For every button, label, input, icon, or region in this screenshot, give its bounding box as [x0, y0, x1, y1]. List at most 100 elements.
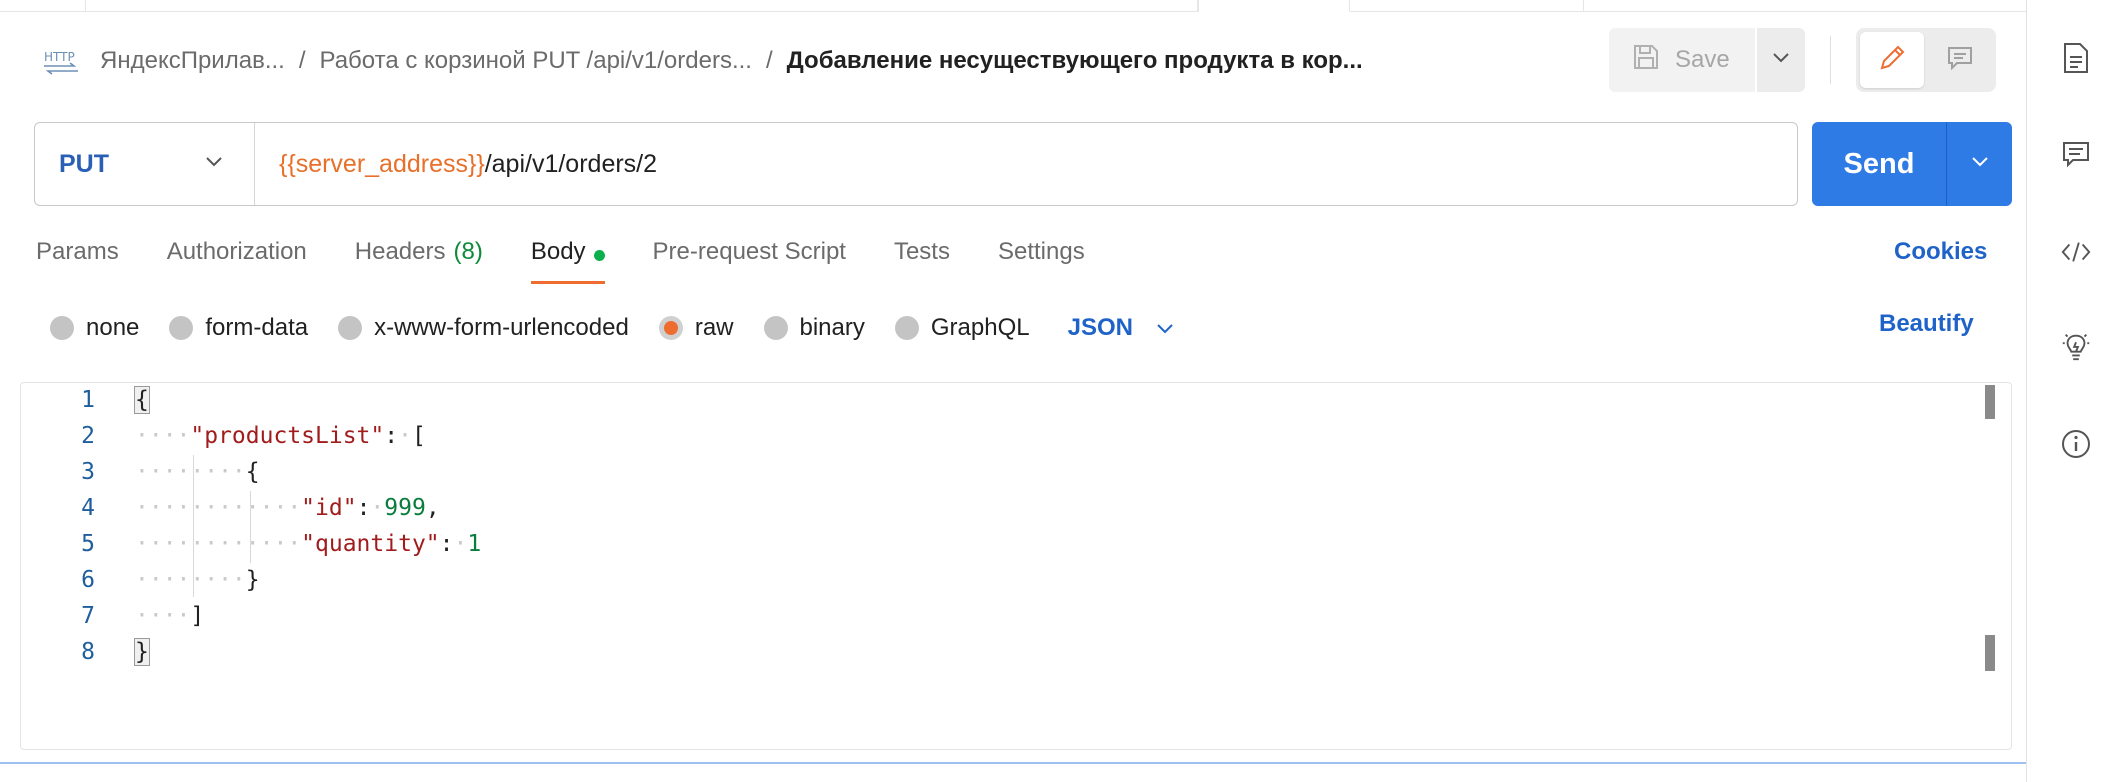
- edit-mode-button[interactable]: [1860, 32, 1924, 88]
- scroll-marker: [1985, 385, 1995, 419]
- response-pane-divider[interactable]: [0, 762, 2026, 764]
- comment-icon: [1945, 43, 1975, 78]
- method-select[interactable]: PUT: [35, 123, 255, 205]
- view-mode-toggle: [1856, 28, 1996, 92]
- breadcrumb-separator: /: [765, 47, 773, 74]
- request-title[interactable]: Добавление несуществующего продукта в ко…: [787, 47, 1363, 75]
- radio[interactable]: [169, 316, 194, 340]
- radio-label: binary: [799, 314, 865, 341]
- radio-label: GraphQL: [930, 314, 1030, 341]
- code-line-3: ········{: [135, 459, 260, 485]
- tab-tests[interactable]: Tests: [894, 232, 950, 288]
- tab-previous[interactable]: [0, 0, 86, 12]
- radio[interactable]: [894, 316, 919, 340]
- code-line-6: ········}: [135, 567, 260, 593]
- cookies-link[interactable]: Cookies: [1894, 238, 1987, 266]
- matched-brace: }: [134, 638, 150, 666]
- line-number-gutter: 1 2 3 4 5 6 7 8: [21, 383, 131, 749]
- json-bracket: ]: [190, 603, 205, 629]
- body-type-form-data[interactable]: form-data: [169, 314, 308, 342]
- radio[interactable]: [50, 316, 74, 340]
- json-key: "id": [301, 495, 357, 521]
- url-path: /api/v1/orders/2: [484, 149, 658, 178]
- code-icon[interactable]: [2060, 236, 2092, 268]
- tab-active[interactable]: [1198, 0, 1350, 12]
- code-line-1: {: [134, 386, 150, 414]
- tab-other[interactable]: [86, 0, 1198, 12]
- radio-label: none: [86, 314, 140, 341]
- json-key: "productsList": [190, 423, 385, 449]
- tab-pre-request-script[interactable]: Pre-request Script: [653, 232, 846, 288]
- save-label: Save: [1675, 46, 1730, 73]
- tab-label: Body: [530, 238, 586, 265]
- tab-settings[interactable]: Settings: [998, 232, 1085, 288]
- tab-params[interactable]: Params: [36, 232, 119, 288]
- line-number: 1: [81, 387, 95, 413]
- tab-next[interactable]: [1350, 0, 1584, 12]
- tab-label: Headers: [354, 238, 446, 265]
- radio[interactable]: [763, 316, 788, 340]
- comments-icon[interactable]: [2060, 138, 2092, 170]
- save-group: Save: [1609, 28, 1805, 92]
- scroll-marker: [1985, 635, 1995, 671]
- tab-label: Settings: [997, 238, 1085, 265]
- beautify-button[interactable]: Beautify: [1879, 310, 1974, 338]
- line-number: 5: [81, 531, 95, 557]
- request-panel: HTTP ЯндексПрилав... / Работа с корзиной…: [0, 0, 2026, 782]
- comment-mode-button[interactable]: [1928, 32, 1992, 88]
- body-type-binary[interactable]: binary: [763, 314, 865, 342]
- json-brace: {: [245, 459, 260, 485]
- code-line-7: ····]: [135, 603, 205, 629]
- tab-body[interactable]: Body: [530, 232, 605, 288]
- save-options-button[interactable]: [1757, 28, 1805, 92]
- method-label: PUT: [59, 149, 109, 178]
- code-line-5: ············"quantity":·1: [135, 531, 482, 557]
- url-bar: PUT {{server_address}}/api/v1/orders/2: [34, 122, 1798, 206]
- json-number: 999: [384, 495, 426, 521]
- breadcrumb-folder[interactable]: Работа с корзиной PUT /api/v1/orders...: [320, 47, 752, 75]
- raw-language-label: JSON: [1067, 314, 1133, 341]
- json-number: 1: [467, 531, 482, 557]
- tab-label: Params: [36, 238, 119, 265]
- send-button[interactable]: Send: [1812, 122, 1946, 206]
- breadcrumb: ЯндексПрилав... / Работа с корзиной PUT …: [100, 44, 1363, 78]
- chevron-down-icon: [1155, 314, 1175, 342]
- code-line-8: }: [134, 638, 150, 666]
- chevron-down-icon: [1970, 155, 1990, 173]
- send-options-button[interactable]: [1946, 122, 2012, 206]
- request-header: HTTP ЯндексПрилав... / Работа с корзиной…: [0, 24, 2026, 96]
- line-number: 6: [81, 567, 95, 593]
- headers-count: (8): [453, 238, 483, 265]
- lightbulb-icon[interactable]: [2060, 330, 2092, 362]
- pencil-icon: [1877, 43, 1907, 78]
- body-type-none[interactable]: none: [50, 314, 139, 342]
- documentation-icon[interactable]: [2060, 42, 2092, 74]
- json-key: "quantity": [301, 531, 440, 557]
- editor-scrollbar[interactable]: [1985, 385, 1995, 747]
- code-line-4: ············"id":·999,: [135, 495, 440, 521]
- tab-label: Pre-request Script: [652, 238, 846, 265]
- tab-headers[interactable]: Headers (8): [355, 232, 483, 288]
- breadcrumb-workspace[interactable]: ЯндексПрилав...: [100, 47, 285, 75]
- radio[interactable]: [338, 316, 363, 340]
- chevron-down-icon: [1771, 51, 1791, 69]
- radio-checked[interactable]: [658, 316, 683, 340]
- line-number: 8: [81, 639, 95, 665]
- tab-label: Authorization: [166, 238, 307, 265]
- json-bracket: [: [411, 423, 426, 449]
- body-type-graphql[interactable]: GraphQL: [894, 314, 1030, 342]
- send-group: Send: [1812, 122, 2012, 206]
- body-indicator-dot: [593, 250, 605, 261]
- url-input[interactable]: {{server_address}}/api/v1/orders/2: [255, 150, 657, 179]
- line-number: 4: [81, 495, 95, 521]
- raw-language-select[interactable]: JSON: [1068, 314, 1175, 342]
- body-type-raw[interactable]: raw: [658, 314, 734, 342]
- tab-authorization[interactable]: Authorization: [167, 232, 307, 288]
- save-icon: [1631, 42, 1661, 79]
- save-button[interactable]: Save: [1609, 28, 1755, 92]
- tab-label: Tests: [893, 238, 950, 265]
- code-editor[interactable]: 1 2 3 4 5 6 7 8 { ····"productsList":·[ …: [20, 382, 2012, 750]
- body-type-options: none form-data x-www-form-urlencoded raw…: [50, 308, 1175, 348]
- body-type-urlencoded[interactable]: x-www-form-urlencoded: [338, 314, 629, 342]
- info-icon[interactable]: [2060, 428, 2092, 460]
